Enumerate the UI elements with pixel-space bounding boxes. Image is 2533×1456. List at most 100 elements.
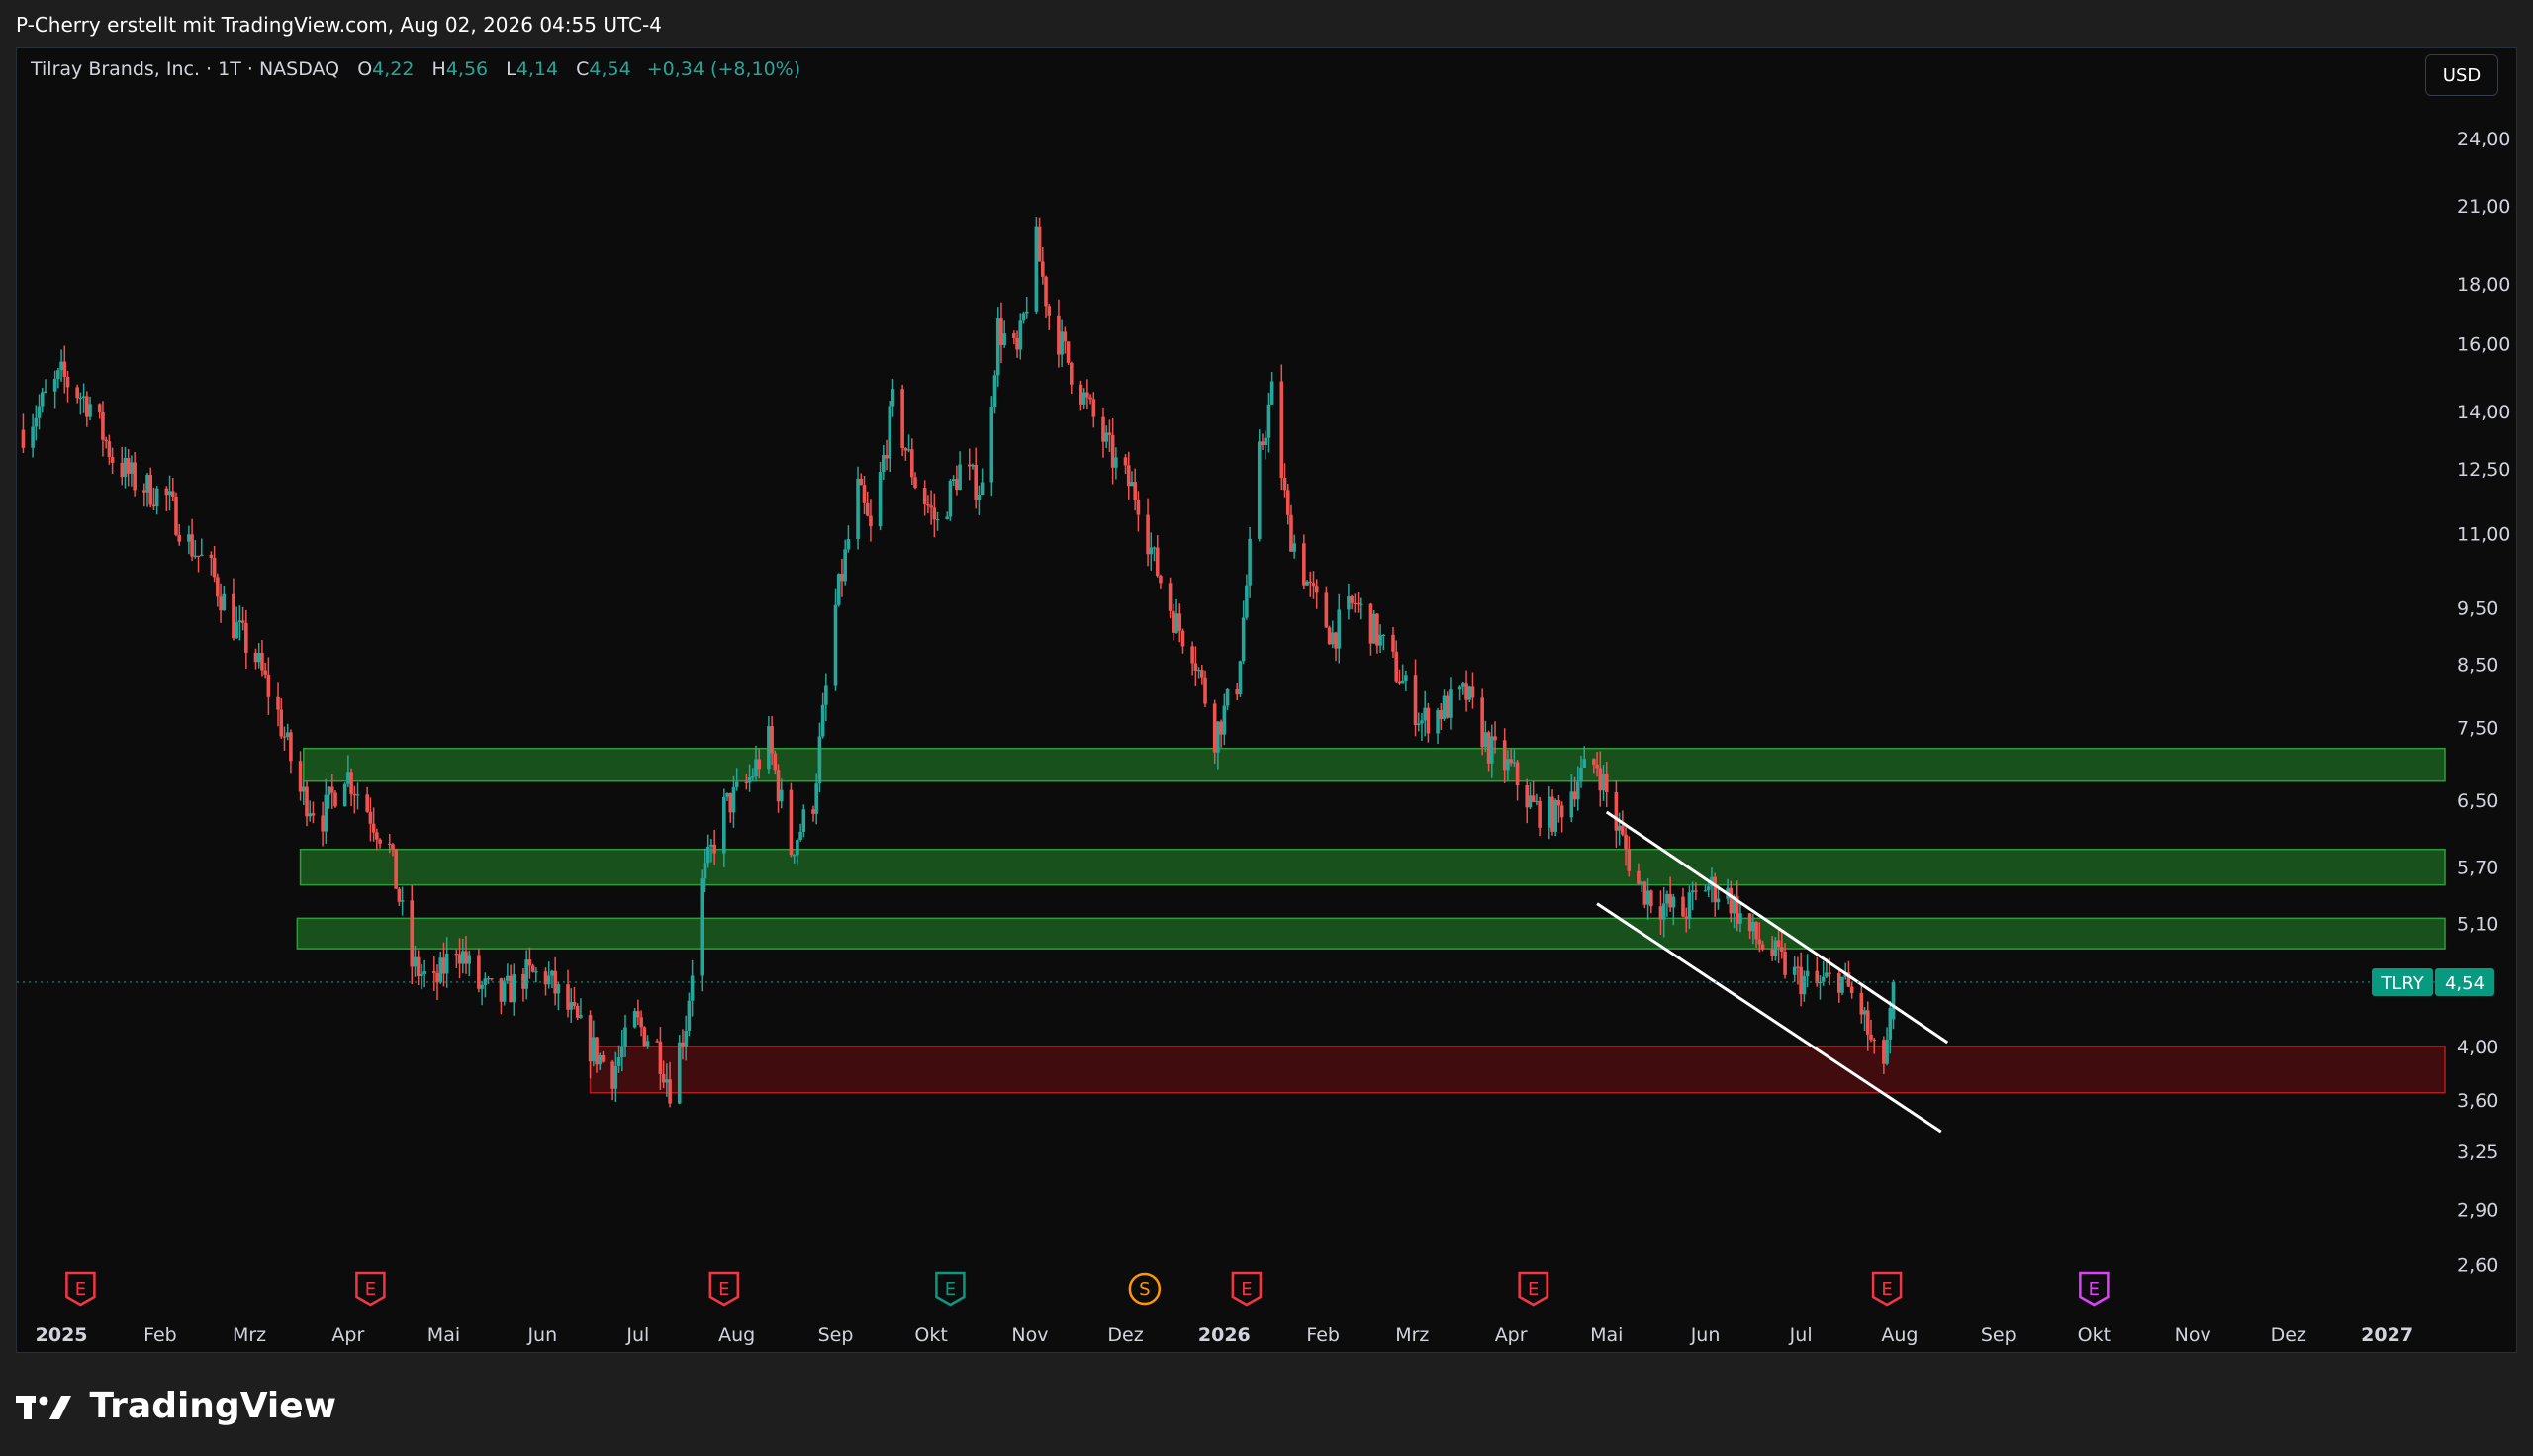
- candle-body: [1177, 613, 1182, 631]
- candle-body: [62, 361, 67, 377]
- candle-body: [521, 973, 525, 989]
- candle-body: [556, 984, 561, 994]
- x-tick-label: Dez: [1107, 1324, 1143, 1346]
- candle-body: [658, 1041, 663, 1075]
- event-type-label: E: [2089, 1279, 2100, 1300]
- candle-body: [645, 1041, 650, 1046]
- candle-body: [413, 956, 418, 967]
- candle-body: [888, 406, 892, 459]
- candle-body: [999, 318, 1003, 346]
- candle-body: [1713, 876, 1718, 903]
- candle-body: [256, 653, 261, 663]
- candle-body: [279, 709, 284, 737]
- candle-body: [387, 843, 392, 845]
- candle-body: [798, 831, 802, 840]
- candle-body: [977, 495, 982, 500]
- candle-body: [308, 813, 313, 817]
- candle-body: [677, 1042, 682, 1104]
- candle-body: [1869, 1034, 1873, 1040]
- candle-body: [754, 759, 758, 777]
- y-tick-label: 9,50: [2457, 598, 2498, 620]
- candle-body: [1269, 381, 1274, 405]
- candle-body: [859, 478, 864, 486]
- candle-body: [1133, 482, 1137, 501]
- candle-body: [1627, 849, 1632, 871]
- candle-body: [1136, 500, 1141, 515]
- candle-body: [1193, 663, 1198, 671]
- price-chart[interactable]: 24,00 21,00 18,00 16,00 14,00 12,50 11,00 9,50 8…: [17, 48, 2517, 1353]
- candle-body: [148, 474, 153, 505]
- currency-button[interactable]: USD: [2425, 54, 2498, 96]
- candle-body: [438, 957, 443, 983]
- candle-body: [1426, 707, 1431, 734]
- candle-body: [110, 457, 115, 463]
- candle-body: [595, 1037, 599, 1065]
- x-tick-label: Mai: [427, 1324, 460, 1346]
- high-key: H: [431, 58, 446, 80]
- candle-body: [955, 479, 959, 491]
- candle-body: [126, 458, 131, 474]
- event-type-label: E: [718, 1279, 729, 1300]
- candle-body: [862, 485, 867, 503]
- candle-body: [779, 789, 784, 802]
- candle-body: [869, 515, 873, 527]
- candle-body: [104, 439, 108, 442]
- event-type-label: E: [1881, 1279, 1892, 1300]
- candle-body: [371, 823, 376, 833]
- candle-body: [1690, 890, 1695, 893]
- candle-body: [1404, 675, 1408, 681]
- candle-body: [796, 839, 799, 856]
- low-key: L: [506, 58, 516, 80]
- candle-body: [1248, 538, 1252, 586]
- candle-body: [687, 1000, 692, 1031]
- candle-body: [174, 497, 178, 535]
- candle-body: [1015, 337, 1019, 350]
- x-tick-label: Aug: [718, 1324, 755, 1346]
- candle-body: [1391, 634, 1395, 652]
- ticker-label: TLRY: [2380, 973, 2424, 994]
- tradingview-logo[interactable]: TradingView: [16, 1383, 336, 1430]
- candle-body: [199, 554, 204, 556]
- candle-body: [1088, 397, 1092, 400]
- candle-body: [467, 955, 472, 964]
- x-tick-label: Feb: [1306, 1324, 1340, 1346]
- candle-body: [935, 518, 940, 521]
- candle-body: [1081, 392, 1086, 405]
- close-value: 4,54: [589, 58, 631, 80]
- candle-body: [1770, 949, 1774, 956]
- candle-body: [444, 954, 449, 974]
- y-tick-label: 5,70: [2457, 857, 2498, 878]
- candle-body: [613, 1065, 618, 1089]
- support-zone-1: [299, 848, 2446, 886]
- candle-body: [1525, 785, 1530, 808]
- y-tick-label: 3,25: [2457, 1141, 2498, 1163]
- candle-body: [1802, 976, 1807, 995]
- candle-body: [1085, 392, 1089, 398]
- candle-body: [527, 959, 532, 966]
- candle-body: [1311, 583, 1316, 587]
- candle-body: [1222, 705, 1227, 735]
- candle-body: [1668, 893, 1672, 908]
- x-tick-label: Mrz: [233, 1324, 266, 1346]
- candle-body: [342, 783, 347, 807]
- candle-body: [906, 449, 911, 451]
- candle-body: [579, 1015, 583, 1018]
- candle-body: [232, 593, 235, 639]
- candle-body: [1324, 592, 1329, 628]
- candle-body: [971, 464, 975, 467]
- candle-body: [512, 973, 516, 1003]
- chart-panel[interactable]: 24,00 21,00 18,00 16,00 14,00 12,50 11,00 9,50 8…: [16, 47, 2517, 1353]
- candle-body: [1550, 796, 1554, 832]
- candle-body: [681, 1042, 685, 1046]
- candle-body: [1353, 602, 1358, 604]
- y-tick-label: 6,50: [2457, 790, 2498, 812]
- candle-body: [1381, 634, 1386, 637]
- candle-body: [601, 1054, 606, 1062]
- candle-body: [1836, 973, 1841, 993]
- candle-body: [1751, 922, 1755, 932]
- candle-body: [266, 674, 271, 697]
- candle-body: [321, 815, 325, 832]
- candle-body: [1575, 781, 1580, 800]
- candle-body: [1037, 226, 1042, 262]
- candle-body: [75, 387, 79, 399]
